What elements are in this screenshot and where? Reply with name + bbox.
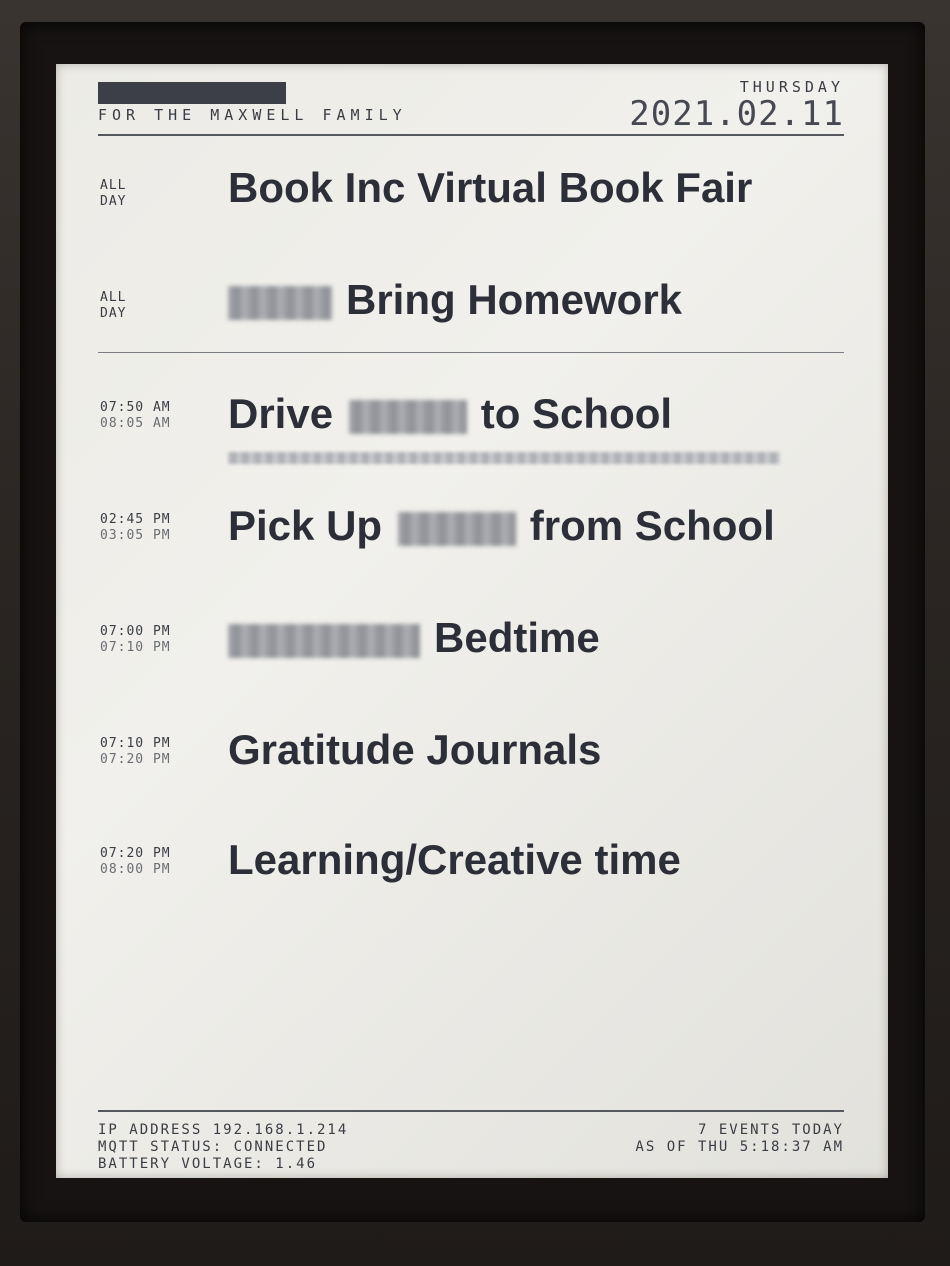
event-time: 02:45 PM 03:05 PM bbox=[100, 512, 212, 544]
event-start-time: ALL bbox=[100, 178, 127, 193]
event-title: Bedtime bbox=[228, 614, 600, 662]
event-start-time: 02:45 PM bbox=[100, 512, 171, 527]
family-subtitle: FOR THE MAXWELL FAMILY bbox=[98, 106, 407, 124]
event-title: Pick Up from School bbox=[228, 502, 775, 550]
redacted-name bbox=[348, 399, 467, 434]
event-title: Learning/Creative time bbox=[228, 836, 681, 883]
footer-divider bbox=[98, 1110, 844, 1112]
event-end-time: DAY bbox=[100, 306, 127, 321]
event-title-text: Bedtime bbox=[434, 614, 600, 661]
event-title: Gratitude Journals bbox=[228, 726, 602, 773]
date-display: 2021.02.11 bbox=[629, 94, 844, 134]
event-title-text: from School bbox=[529, 502, 775, 549]
battery-voltage: BATTERY VOLTAGE: 1.46 bbox=[98, 1156, 318, 1172]
event-time: 07:50 AM 08:05 AM bbox=[100, 400, 212, 432]
event-start-time: 07:20 PM bbox=[100, 846, 171, 861]
event-time: 07:00 PM 07:10 PM bbox=[100, 624, 212, 656]
event-end-time: DAY bbox=[100, 194, 127, 209]
events-count: 7 EVENTS TODAY bbox=[697, 1122, 844, 1138]
event-start-time: 07:10 PM bbox=[100, 736, 171, 751]
event-time: ALL DAY bbox=[100, 290, 212, 322]
update-status: 7 EVENTS TODAY AS OF THU 5:18:37 AM bbox=[635, 1122, 844, 1156]
event-title-text: Bring Homework bbox=[346, 276, 683, 323]
event-end-time: 03:05 PM bbox=[100, 528, 171, 543]
redacted-name bbox=[228, 623, 420, 658]
event-end-time: 08:05 AM bbox=[100, 416, 171, 431]
event-time: ALL DAY bbox=[100, 178, 212, 210]
event-time: 07:10 PM 07:20 PM bbox=[100, 736, 212, 768]
agenda-logo bbox=[98, 82, 286, 104]
redacted-name bbox=[397, 511, 516, 546]
event-time: 07:20 PM 08:00 PM bbox=[100, 846, 212, 878]
event-title: Book Inc Virtual Book Fair bbox=[228, 164, 753, 211]
header-divider bbox=[98, 134, 844, 136]
event-end-time: 07:20 PM bbox=[100, 752, 171, 767]
mqtt-status: MQTT STATUS: CONNECTED bbox=[98, 1139, 328, 1155]
ip-address: IP ADDRESS 192.168.1.214 bbox=[98, 1122, 349, 1138]
redacted-location bbox=[228, 452, 780, 464]
event-start-time: ALL bbox=[100, 290, 127, 305]
event-end-time: 07:10 PM bbox=[100, 640, 171, 655]
event-title-text: Pick Up bbox=[228, 502, 383, 549]
event-title-text: to School bbox=[480, 390, 673, 437]
event-title: Drive to School bbox=[228, 390, 672, 438]
event-end-time: 08:00 PM bbox=[100, 862, 171, 877]
last-updated: AS OF THU 5:18:37 AM bbox=[635, 1139, 844, 1155]
event-title: Bring Homework bbox=[228, 276, 682, 324]
device-status: IP ADDRESS 192.168.1.214 MQTT STATUS: CO… bbox=[98, 1122, 348, 1173]
event-title-text: Drive bbox=[228, 390, 334, 437]
eink-screen: FOR THE MAXWELL FAMILY THURSDAY 2021.02.… bbox=[56, 64, 888, 1178]
all-day-divider bbox=[98, 352, 844, 353]
event-start-time: 07:50 AM bbox=[100, 400, 171, 415]
redacted-name bbox=[228, 285, 332, 320]
event-start-time: 07:00 PM bbox=[100, 624, 171, 639]
